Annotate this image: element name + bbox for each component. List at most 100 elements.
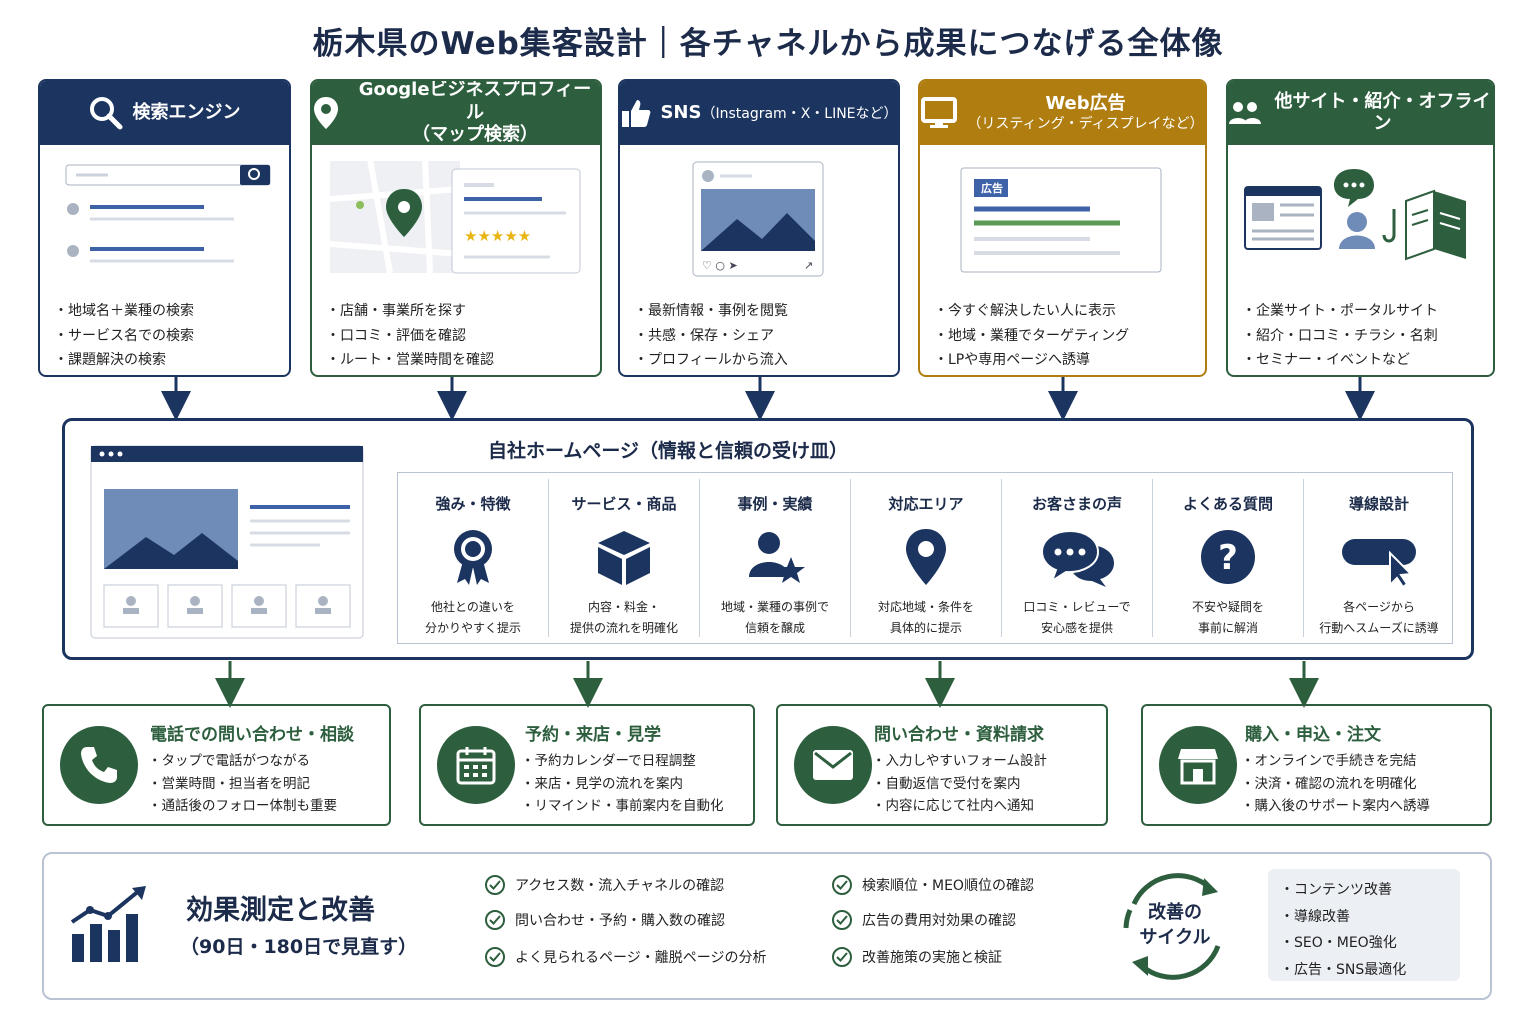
mail-icon xyxy=(794,726,872,804)
channel-subtitle: （Instagram・X・LINEなど） xyxy=(701,105,898,122)
list-item: 口コミ・評価を確認 xyxy=(326,324,494,349)
conversion-card-reservation: 予約・来店・見学 予約カレンダーで日程調整 来店・見学の流れを案内 リマインド・… xyxy=(419,704,755,826)
improvement-list: コンテンツ改善 導線改善 SEO・MEO強化 広告・SNS最適化 xyxy=(1268,869,1460,981)
feature-desc: 他社との違いを xyxy=(431,600,515,614)
channel-title: Googleビジネスプロフィール xyxy=(358,79,592,123)
list-item: LPや専用ページへ誘導 xyxy=(934,348,1129,373)
feature-desc: 不安や疑問を xyxy=(1191,600,1264,614)
feature-title: 対応エリア xyxy=(888,495,964,513)
check-icon xyxy=(485,875,505,895)
feature-title: 事例・実績 xyxy=(737,495,813,513)
list-item: 広告・SNS最適化 xyxy=(1280,957,1406,984)
feature-flow: 導線設計 各ページから 行動へスムーズに誘導 xyxy=(1304,473,1454,643)
feature-desc: 具体的に提示 xyxy=(889,621,962,635)
list-item: 店舗・事業所を探す xyxy=(326,299,494,324)
feature-cases: 事例・実績 地域・業種の事例で 信頼を醸成 xyxy=(700,473,850,643)
list-item: 自動返信で受付を案内 xyxy=(872,773,1047,796)
list-item: 予約カレンダーで日程調整 xyxy=(521,750,724,773)
search-icon xyxy=(89,96,123,130)
sns-post-illustration: ♡ ○ ➤ ↗ xyxy=(692,161,824,277)
svg-text:★★★★★: ★★★★★ xyxy=(464,227,531,245)
cursor-button-icon xyxy=(1340,527,1420,587)
channel-card-sns: SNS（Instagram・X・LINEなど） ♡ ○ ➤ ↗ 最新情報・事例を… xyxy=(618,79,900,377)
check-label: アクセス数・流入チャネルの確認 xyxy=(515,878,725,894)
feature-strengths: 強み・特徴 他社との違いを 分かりやすく提示 xyxy=(398,473,548,643)
channel-title: 検索エンジン xyxy=(132,101,241,123)
phone-icon xyxy=(60,726,138,804)
question-icon: ? xyxy=(1198,527,1258,587)
ad-badge: 広告 xyxy=(981,182,1003,195)
check-item: 検索順位・MEO順位の確認 xyxy=(832,875,1034,895)
check-item: 問い合わせ・予約・購入数の確認 xyxy=(485,910,725,930)
location-icon xyxy=(896,527,956,587)
list-item: オンラインで手続きを完結 xyxy=(1241,750,1430,773)
measurement-subtitle: （90日・180日で見直す） xyxy=(180,936,418,958)
monitor-icon xyxy=(921,97,958,129)
users-icon xyxy=(1228,100,1262,126)
store-icon xyxy=(1159,726,1237,804)
list-item: 入力しやすいフォーム設計 xyxy=(872,750,1047,773)
list-item: 決済・確認の流れを明確化 xyxy=(1241,773,1430,796)
feature-desc: 内容・料金・ xyxy=(587,600,660,614)
cycle-label-line: 改善の xyxy=(1148,902,1202,923)
measurement-title: 効果測定と改善 xyxy=(186,895,375,926)
feature-desc: 口コミ・レビューで xyxy=(1023,600,1131,614)
conversion-card-inquiry: 問い合わせ・資料請求 入力しやすいフォーム設計 自動返信で受付を案内 内容に応じ… xyxy=(776,704,1108,826)
conversion-title: 予約・来店・見学 xyxy=(525,725,661,745)
check-icon xyxy=(485,947,505,967)
cycle-label-line: サイクル xyxy=(1139,927,1211,948)
check-item: 広告の費用対効果の確認 xyxy=(832,910,1016,930)
list-item: 購入後のサポート案内へ誘導 xyxy=(1241,795,1431,818)
list-item: 企業サイト・ポータルサイト xyxy=(1242,299,1438,324)
cycle-label: 改善の サイクル xyxy=(1130,900,1220,950)
list-item: 地域・業種でターゲティング xyxy=(934,324,1129,349)
list-item: コンテンツ改善 xyxy=(1280,877,1406,904)
map-illustration: ★★★★★ xyxy=(330,159,581,274)
conversion-card-phone: 電話での問い合わせ・相談 タップで電話がつながる 営業時間・担当者を明記 通話後… xyxy=(42,704,391,826)
list-item: セミナー・イベントなど xyxy=(1242,348,1438,373)
check-icon xyxy=(485,910,505,930)
list-item: 通話後のフォロー体制も重要 xyxy=(148,795,338,818)
list-item: ルート・営業時間を確認 xyxy=(326,348,494,373)
list-item: 課題解決の検索 xyxy=(54,348,194,373)
channel-card-gbp: Googleビジネスプロフィール （マップ検索） ★★★★★ 店舗・事業所を探す… xyxy=(310,79,602,377)
feature-area: 対応エリア 対応地域・条件を 具体的に提示 xyxy=(851,473,1001,643)
channel-title: Web広告 xyxy=(1045,93,1126,114)
feature-desc: 信頼を醸成 xyxy=(744,621,805,635)
feature-desc: 行動へスムーズに誘導 xyxy=(1319,621,1439,635)
list-item: 共感・保存・シェア xyxy=(634,324,788,349)
check-item: よく見られるページ・離脱ページの分析 xyxy=(485,947,766,967)
search-illustration xyxy=(65,164,271,263)
box-icon xyxy=(594,527,654,587)
feature-desc: 事前に解消 xyxy=(1197,621,1258,635)
channel-subtitle: （マップ検索） xyxy=(412,124,538,146)
feature-voices: お客さまの声 口コミ・レビューで 安心感を提供 xyxy=(1002,473,1152,643)
list-item: タップで電話がつながる xyxy=(148,750,337,773)
homepage-title: 自社ホームページ（情報と信頼の受け皿） xyxy=(488,440,849,462)
list-item: SEO・MEO強化 xyxy=(1280,930,1406,957)
check-label: 改善施策の実施と検証 xyxy=(862,950,1002,966)
channel-subtitle: （リスティング・ディスプレイなど） xyxy=(967,115,1204,132)
check-item: 改善施策の実施と検証 xyxy=(832,947,1002,967)
check-label: 広告の費用対効果の確認 xyxy=(862,913,1016,929)
list-item: 紹介・口コミ・チラシ・名刺 xyxy=(1242,324,1438,349)
svg-text:↗: ↗ xyxy=(804,259,813,272)
referral-illustration xyxy=(1244,169,1466,261)
feature-desc: 地域・業種の事例で xyxy=(720,600,829,614)
list-item: 導線改善 xyxy=(1280,904,1406,931)
check-label: よく見られるページ・離脱ページの分析 xyxy=(515,950,767,966)
feature-title: 強み・特徴 xyxy=(435,495,511,513)
user-star-icon xyxy=(745,527,805,587)
homepage-illustration xyxy=(90,445,364,639)
svg-text:?: ? xyxy=(1218,538,1238,578)
channel-card-other: 他サイト・紹介・オフライン 企業サイト・ポータルサイト 紹介・口コミ・チラシ・名… xyxy=(1226,79,1495,377)
svg-text:♡ ○ ➤: ♡ ○ ➤ xyxy=(702,259,738,272)
feature-faq: よくある質問 ? 不安や疑問を 事前に解消 xyxy=(1153,473,1303,643)
channel-card-search: 検索エンジン 地域名＋業種の検索 サービス名での検索 課題解決の検索 xyxy=(38,79,291,377)
check-item: アクセス数・流入チャネルの確認 xyxy=(485,875,724,895)
channel-title: SNS xyxy=(660,101,702,123)
bar-chart-growth-icon xyxy=(68,884,152,964)
chat-bubbles-icon xyxy=(1040,527,1116,587)
feature-desc: 安心感を提供 xyxy=(1040,621,1113,635)
feature-desc: 提供の流れを明確化 xyxy=(569,621,678,635)
